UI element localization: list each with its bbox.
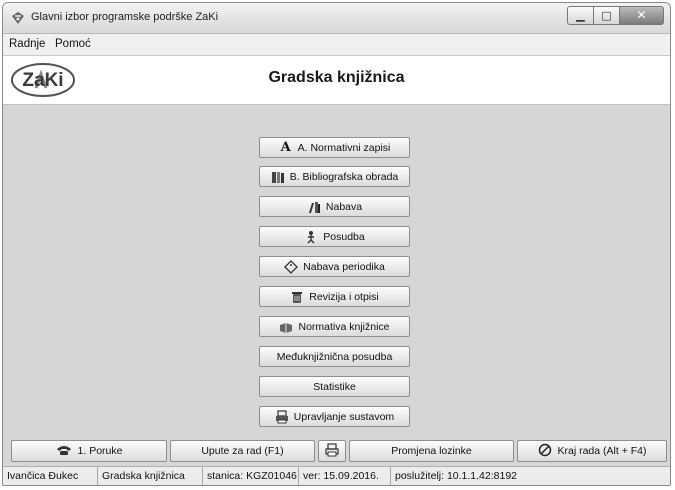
upute-za-rad-button[interactable]: Upute za rad (F1) [170, 440, 315, 462]
header: ZaKi Gradska knjižnica [3, 56, 670, 105]
window-title: Glavni izbor programske podrške ZaKi [31, 11, 219, 23]
button-label: 1. Poruke [77, 445, 123, 457]
status-station: stanica: KGZ01046 [203, 467, 299, 485]
main-menu-panel: A A. Normativni zapisi B. Bibliografska … [3, 105, 670, 436]
close-icon: ✕ [636, 8, 647, 22]
close-button[interactable]: ✕ [619, 6, 664, 25]
menu-bar: Radnje Pomoć [3, 34, 670, 56]
kraj-rada-button[interactable]: Kraj rada (Alt + F4) [517, 440, 667, 462]
revizija-otpisi-button[interactable]: Revizija i otpisi [259, 286, 410, 307]
status-user: Ivančica Đukec [3, 467, 98, 485]
tag-icon [284, 259, 299, 274]
letter-a-icon: A [280, 140, 291, 155]
application-window: Glavni izbor programske podrške ZaKi ▁ □… [2, 2, 671, 486]
print-button[interactable] [318, 440, 346, 462]
meduknjiznicna-posudba-button[interactable]: Međuknjižnična posudba [259, 346, 410, 367]
posudba-button[interactable]: Posudba [259, 226, 410, 247]
app-icon [10, 10, 26, 26]
normativni-zapisi-button[interactable]: A A. Normativni zapisi [259, 137, 410, 158]
minimize-icon: ▁ [576, 9, 585, 22]
status-server: poslužitelj: 10.1.1.42:8192 [395, 470, 518, 482]
button-label: Posudba [323, 230, 365, 243]
no-entry-icon [538, 443, 552, 460]
button-label: Upute za rad (F1) [201, 445, 284, 457]
status-bar: Ivančica Đukec Gradska knjižnica stanica… [3, 466, 670, 485]
button-label: Statistike [313, 380, 356, 393]
button-label: Kraj rada (Alt + F4) [557, 445, 647, 457]
trash-icon [290, 290, 304, 304]
book-stack-icon [307, 200, 321, 214]
printer-icon [275, 409, 289, 424]
button-label: Nabava [325, 200, 363, 213]
bottom-toolbar: 1. Poruke Upute za rad (F1) Promjena loz… [3, 440, 670, 465]
minimize-button[interactable]: ▁ [567, 6, 594, 25]
normativa-knjiznice-button[interactable]: Normativa knjižnice [259, 316, 410, 337]
page-title: Gradska knjižnica [268, 69, 405, 86]
statistike-button[interactable]: Statistike [259, 376, 410, 397]
bibliografska-obrada-button[interactable]: B. Bibliografska obrada [259, 166, 410, 187]
status-version: ver: 15.09.2016. [299, 467, 391, 485]
person-reading-icon [304, 230, 318, 244]
upravljanje-sustavom-button[interactable]: Upravljanje sustavom [259, 406, 410, 427]
maximize-icon: □ [601, 9, 612, 22]
button-label: Normativa knjižnice [298, 320, 390, 333]
title-bar[interactable]: Glavni izbor programske podrške ZaKi ▁ □… [3, 3, 670, 34]
promjena-lozinke-button[interactable]: Promjena lozinke [349, 440, 514, 462]
menu-radnje[interactable]: Radnje [9, 38, 45, 50]
menu-pomoc[interactable]: Pomoć [55, 38, 91, 50]
button-label: Revizija i otpisi [309, 290, 379, 303]
button-label: Nabava periodika [303, 260, 385, 273]
books-icon [271, 170, 285, 184]
nabava-button[interactable]: Nabava [259, 196, 410, 217]
poruke-button[interactable]: 1. Poruke [11, 440, 167, 462]
nabava-periodika-button[interactable]: Nabava periodika [259, 256, 410, 277]
open-book-icon [279, 320, 293, 334]
button-label: Promjena lozinke [391, 445, 472, 457]
phone-icon [56, 444, 72, 459]
status-library: Gradska knjižnica [98, 467, 203, 485]
button-label: Upravljanje sustavom [293, 410, 395, 423]
button-label: B. Bibliografska obrada [289, 170, 399, 183]
button-label: A. Normativni zapisi [297, 141, 391, 154]
maximize-button[interactable]: □ [593, 6, 620, 25]
button-label: Međuknjižnična posudba [276, 350, 393, 363]
printer-icon [324, 442, 340, 460]
